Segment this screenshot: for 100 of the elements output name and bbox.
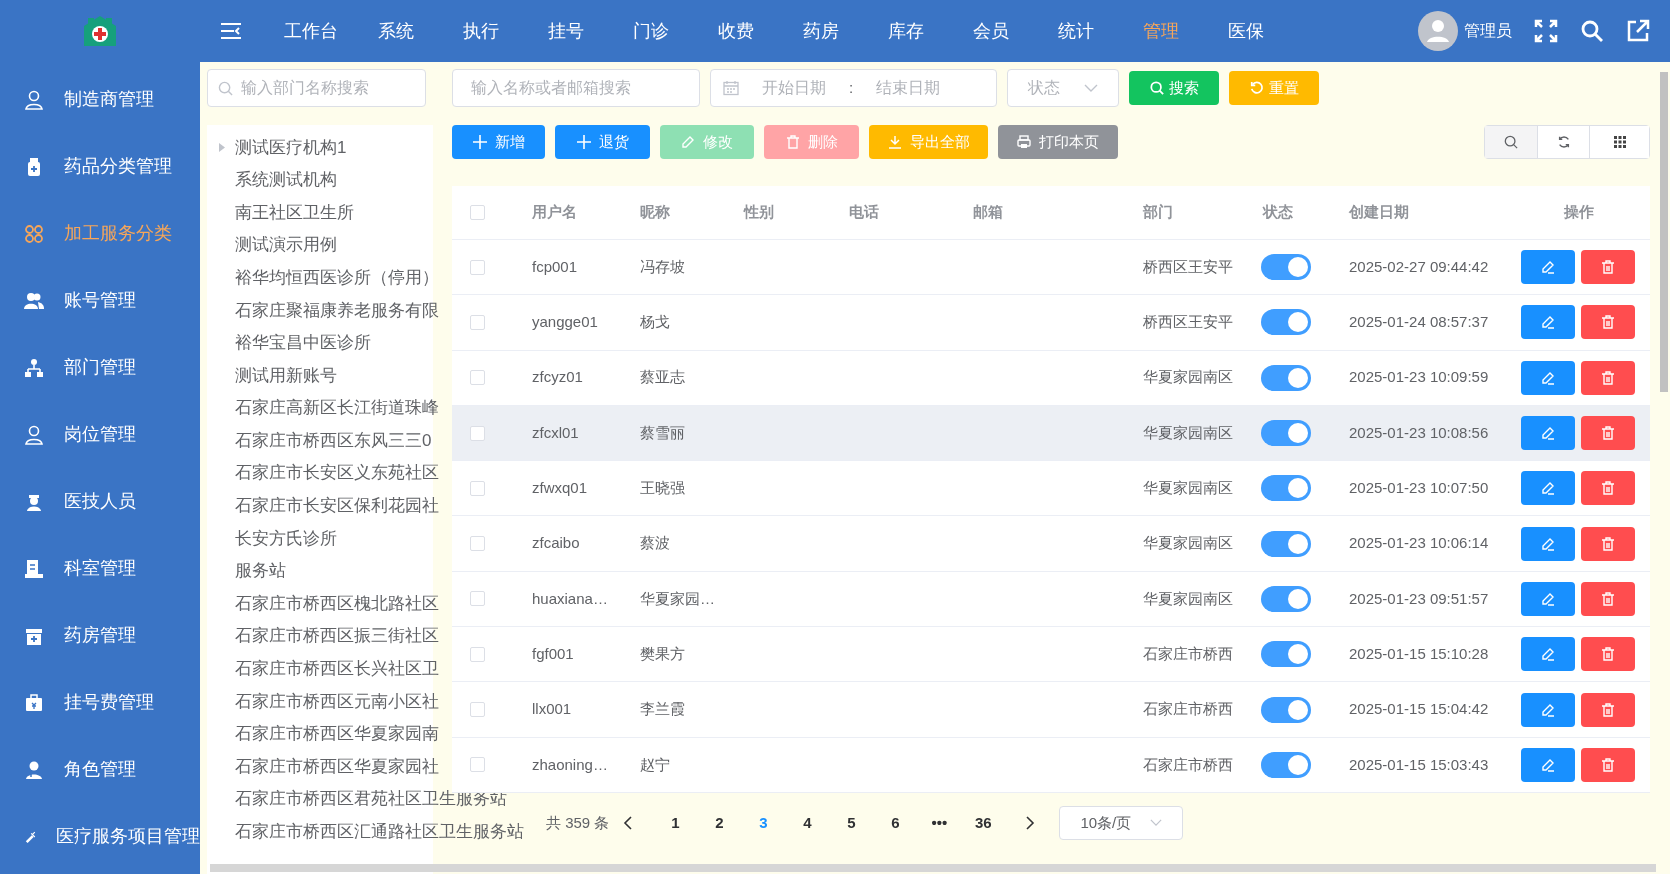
tree-row[interactable]: 石家庄市桥西区槐北路社区: [217, 587, 439, 620]
nav-tab[interactable]: 管理: [1118, 17, 1203, 45]
checkbox[interactable]: [470, 646, 485, 662]
sidebar-item[interactable]: 部门管理: [0, 334, 200, 401]
sidebar-item[interactable]: 制造商管理: [0, 66, 200, 133]
name-search-field[interactable]: 输入名称或者邮箱搜索: [452, 69, 700, 107]
nav-tab[interactable]: 执行: [438, 17, 523, 45]
horizontal-scrollbar[interactable]: [210, 864, 1656, 872]
checkbox[interactable]: [470, 591, 485, 607]
sidebar-item[interactable]: 挂号费管理: [0, 669, 200, 736]
column-header[interactable]: 电话: [849, 203, 879, 221]
checkbox[interactable]: [470, 259, 485, 275]
edit-row-button[interactable]: [1521, 581, 1575, 616]
tree-row[interactable]: 石家庄市桥西区振三街社区: [217, 619, 439, 653]
tree-row[interactable]: 石家庄市桥西区华夏家园南: [217, 717, 439, 751]
search-icon[interactable]: [1580, 19, 1604, 43]
checkbox[interactable]: [470, 702, 485, 717]
page-size-select[interactable]: 10条/页: [1059, 805, 1184, 840]
nav-tab[interactable]: 会员: [948, 17, 1033, 45]
page-number[interactable]: 4: [785, 811, 830, 835]
checkbox[interactable]: [470, 370, 485, 386]
print-button[interactable]: 打印本页: [998, 125, 1118, 159]
column-header[interactable]: 创建日期: [1349, 203, 1409, 221]
sidebar-item[interactable]: 药房管理: [0, 602, 200, 669]
tree-row[interactable]: 石家庄市桥西区长兴社区卫: [217, 652, 439, 686]
page-number[interactable]: 36: [961, 811, 1006, 835]
start-date-input[interactable]: 开始日期: [749, 76, 839, 100]
page-number[interactable]: 3: [741, 811, 786, 835]
column-header[interactable]: 操作: [1564, 203, 1594, 221]
toggle-switch[interactable]: [1261, 641, 1311, 668]
tree-row[interactable]: 裕华宝昌中医诊所: [217, 326, 371, 360]
edit-row-button[interactable]: [1521, 526, 1575, 561]
sidebar-item[interactable]: 账号管理: [0, 267, 200, 334]
tree-row[interactable]: 南王社区卫生所: [217, 196, 354, 229]
sidebar-item[interactable]: 医技人员: [0, 468, 200, 535]
edit-row-button[interactable]: [1521, 637, 1575, 672]
page-number[interactable]: 5: [829, 811, 874, 835]
nav-tab[interactable]: 门诊: [608, 17, 693, 45]
checkbox[interactable]: [470, 205, 485, 220]
tree-row[interactable]: 长安方氏诊所: [217, 522, 337, 555]
nav-tab[interactable]: 收费: [693, 17, 778, 45]
sidebar-item[interactable]: 医疗服务项目管理: [0, 803, 200, 870]
edit-row-button[interactable]: [1521, 692, 1575, 727]
toggle-switch[interactable]: [1261, 585, 1311, 612]
tree-row[interactable]: 服务站: [217, 554, 286, 588]
toggle-switch[interactable]: [1261, 751, 1311, 778]
delete-row-button[interactable]: [1581, 360, 1635, 395]
fullscreen-icon[interactable]: [1534, 19, 1558, 43]
tree-row[interactable]: 石家庄市桥西区东风三三0: [217, 424, 432, 457]
sidebar-item[interactable]: 药品分类管理: [0, 133, 200, 200]
delete-row-button[interactable]: [1581, 692, 1635, 727]
delete-row-button[interactable]: [1581, 581, 1635, 616]
tree-row[interactable]: 石家庄市桥西区元南小区社: [217, 685, 439, 718]
toggle-switch[interactable]: [1261, 475, 1311, 502]
page-number[interactable]: 1: [653, 811, 698, 835]
add-button[interactable]: 新增: [452, 125, 545, 159]
tree-row[interactable]: 石家庄市长安区义东苑社区: [217, 456, 439, 490]
delete-row-button[interactable]: [1581, 526, 1635, 561]
tree-row[interactable]: 裕华均恒西医诊所（停用）: [217, 261, 439, 294]
tree-row[interactable]: 石家庄市桥西区汇通路社区卫生服务站: [217, 815, 524, 849]
toggle-switch[interactable]: [1261, 254, 1311, 281]
date-range-field[interactable]: 开始日期 : 结束日期: [710, 69, 997, 107]
toggle-switch[interactable]: [1261, 530, 1311, 557]
tree-row[interactable]: 石家庄高新区长江街道珠峰: [217, 391, 439, 425]
edit-row-button[interactable]: [1521, 250, 1575, 285]
delete-row-button[interactable]: [1581, 250, 1635, 285]
return-button[interactable]: 退货: [555, 125, 650, 159]
columns-button[interactable]: [1589, 126, 1649, 158]
checkbox[interactable]: [470, 757, 485, 773]
page-number[interactable]: •••: [917, 811, 962, 835]
delete-row-button[interactable]: [1581, 416, 1635, 451]
checkbox[interactable]: [470, 314, 485, 330]
expand-arrow-icon[interactable]: [219, 142, 225, 152]
table-row[interactable]: zfcxl01 蔡雪丽 华夏家园南区 2025-01-23 10:08:56: [452, 405, 1650, 462]
previous-page-icon[interactable]: [623, 815, 634, 830]
tree-row[interactable]: 测试用新账号: [217, 359, 337, 392]
tree-row[interactable]: 系统测试机构: [217, 163, 337, 197]
toggle-switch[interactable]: [1261, 420, 1311, 447]
checkbox[interactable]: [470, 480, 485, 496]
nav-tab[interactable]: 药房: [778, 17, 863, 45]
edit-row-button[interactable]: [1521, 360, 1575, 395]
nav-tab[interactable]: 库存: [863, 17, 948, 45]
column-header[interactable]: 昵称: [640, 203, 670, 221]
sidebar-item[interactable]: 角色管理: [0, 736, 200, 803]
dept-search-input[interactable]: 输入部门名称搜索: [241, 76, 411, 100]
tree-row[interactable]: 测试医疗机构1: [217, 131, 347, 164]
search-toggle-button[interactable]: [1485, 126, 1537, 158]
delete-row-button[interactable]: [1581, 471, 1635, 506]
toggle-switch[interactable]: [1261, 696, 1311, 723]
vertical-scrollbar[interactable]: [1660, 72, 1668, 392]
tree-row[interactable]: 石家庄聚福康养老服务有限: [217, 293, 439, 327]
edit-row-button[interactable]: [1521, 471, 1575, 506]
column-header[interactable]: 状态: [1263, 203, 1293, 221]
nav-tab[interactable]: 挂号: [523, 17, 608, 45]
checkbox[interactable]: [470, 536, 485, 552]
nav-tab[interactable]: 工作台: [268, 17, 353, 45]
column-header[interactable]: 部门: [1143, 203, 1173, 221]
checkbox[interactable]: [470, 425, 485, 441]
toggle-switch[interactable]: [1261, 364, 1311, 391]
user-name[interactable]: 管理员: [1464, 19, 1512, 43]
